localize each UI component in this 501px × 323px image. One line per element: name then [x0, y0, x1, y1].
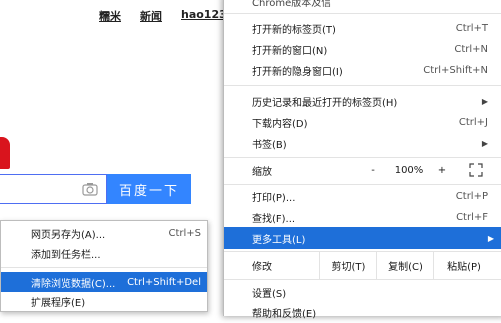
search-input[interactable] [0, 174, 107, 204]
shortcut-label: Ctrl+J [458, 116, 488, 128]
menu-item-label: 下载内容(D) [252, 118, 308, 130]
menu-item-label: 打印(P)... [252, 192, 296, 204]
menu-item-label: 设置(S) [252, 288, 287, 300]
chevron-right-icon: ▶ [481, 138, 488, 148]
menu-item-label: 更多工具(L) [252, 234, 306, 246]
submenu-item-add-taskbar[interactable]: 添加到任务栏... [1, 243, 207, 263]
menu-divider [224, 85, 501, 86]
submenu-item-clear-data[interactable]: 清除浏览数据(C)... Ctrl+Shift+Del [1, 272, 207, 292]
shortcut-label: Ctrl+Shift+N [423, 64, 488, 76]
shortcut-label: Ctrl+Shift+Del [127, 276, 201, 288]
nav-link-news[interactable]: 新闻 [140, 8, 162, 24]
search-button[interactable]: 百度一下 [107, 174, 191, 204]
menu-item-label: 打开新的窗口(N) [252, 45, 328, 57]
menu-item-settings[interactable]: 设置(S) [224, 281, 500, 303]
zoom-value: 100% [394, 164, 424, 176]
menu-item-incognito[interactable]: 打开新的隐身窗口(I) Ctrl+Shift+N [224, 59, 500, 81]
edit-row: 修改 剪切(T) 复制(C) 粘贴(P) [224, 251, 501, 279]
menu-item-label: 清除浏览数据(C)... [31, 278, 116, 290]
cut-button[interactable]: 剪切(T) [319, 251, 377, 279]
more-tools-submenu: 网页另存为(A)... Ctrl+S 添加到任务栏... 清除浏览数据(C)..… [0, 220, 208, 312]
menu-item-downloads[interactable]: 下载内容(D) Ctrl+J [224, 111, 500, 133]
menu-item-find[interactable]: 查找(F)... Ctrl+F [224, 206, 500, 228]
menu-item-help[interactable]: 帮助和反馈(E) [224, 301, 500, 323]
chevron-right-icon: ▶ [481, 96, 488, 106]
nav-link-hao123[interactable]: hao123 [181, 8, 227, 21]
zoom-label: 缩放 [252, 166, 272, 178]
menu-item-about-label: Chrome版本及信 [252, 0, 332, 9]
menu-divider [1, 267, 207, 268]
menu-item-about[interactable]: Chrome版本及信 [224, 0, 500, 9]
zoom-row: 缩放 - 100% + [224, 156, 501, 184]
menu-item-label: 书签(B) [252, 139, 287, 151]
menu-item-label: 查找(F)... [252, 213, 296, 225]
menu-item-label: 打开新的隐身窗口(I) [252, 66, 343, 78]
menu-item-new-tab[interactable]: 打开新的标签页(T) Ctrl+T [224, 17, 500, 39]
shortcut-label: Ctrl+F [456, 211, 488, 223]
menu-item-new-window[interactable]: 打开新的窗口(N) Ctrl+N [224, 38, 500, 60]
zoom-in-button[interactable]: + [427, 165, 457, 176]
submenu-item-extensions[interactable]: 扩展程序(E) [1, 291, 207, 311]
menu-item-label: 历史记录和最近打开的标签页(H) [252, 97, 398, 109]
shortcut-label: Ctrl+S [168, 227, 201, 239]
menu-item-label: 扩展程序(E) [31, 297, 86, 309]
menu-item-label: 打开新的标签页(T) [252, 24, 336, 36]
shortcut-label: Ctrl+P [455, 190, 488, 202]
menu-item-label: 帮助和反馈(E) [252, 308, 317, 320]
menu-item-more-tools[interactable]: 更多工具(L) ▶ [224, 227, 501, 249]
shortcut-label: Ctrl+N [454, 43, 488, 55]
menu-item-print[interactable]: 打印(P)... Ctrl+P [224, 185, 500, 207]
menu-item-bookmarks[interactable]: 书签(B) ▶ [224, 132, 500, 154]
baidu-logo-fragment [0, 137, 10, 169]
fullscreen-icon[interactable] [469, 163, 483, 177]
submenu-item-save-page[interactable]: 网页另存为(A)... Ctrl+S [1, 223, 207, 243]
copy-button[interactable]: 复制(C) [376, 251, 434, 279]
menu-item-label: 添加到任务栏... [31, 249, 101, 261]
chevron-right-icon: ▶ [487, 233, 494, 243]
paste-button[interactable]: 粘贴(P) [433, 251, 494, 279]
menu-item-history[interactable]: 历史记录和最近打开的标签页(H) ▶ [224, 90, 500, 112]
zoom-out-button[interactable]: - [358, 165, 388, 176]
edit-label: 修改 [252, 261, 272, 273]
menu-divider [224, 279, 501, 280]
menu-item-label: 网页另存为(A)... [31, 229, 106, 241]
chrome-main-menu: Chrome版本及信 打开新的标签页(T) Ctrl+T 打开新的窗口(N) C… [223, 0, 501, 320]
camera-icon[interactable] [82, 182, 98, 196]
menu-divider [224, 13, 501, 14]
nav-link-nuomi[interactable]: 糯米 [99, 8, 121, 24]
shortcut-label: Ctrl+T [455, 22, 488, 34]
